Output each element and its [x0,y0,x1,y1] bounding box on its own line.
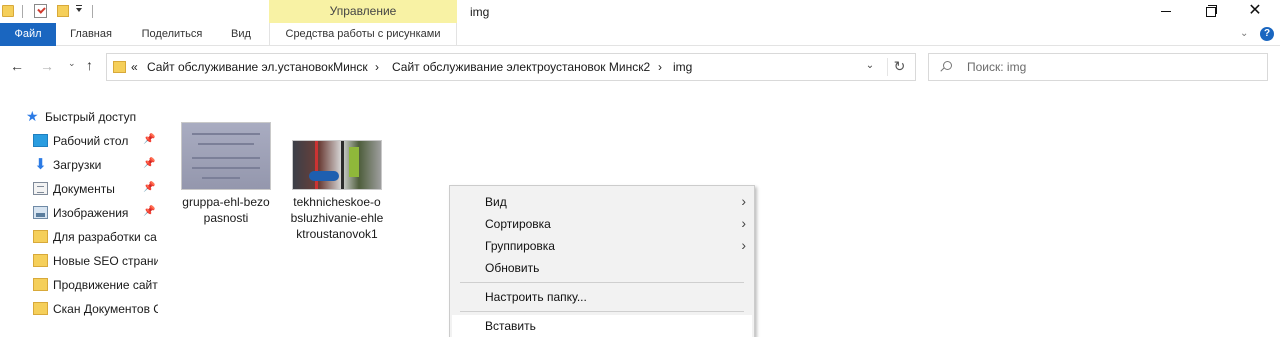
pictures-icon [33,206,48,219]
folder-icon [33,254,48,267]
breadcrumb-separator[interactable]: › [375,60,379,74]
customize-toolbar-icon[interactable] [76,5,82,12]
minimize-button[interactable] [1142,0,1188,23]
back-arrow-icon[interactable]: ← [10,58,24,74]
tab-picture-tools[interactable]: Средства работы с рисунками [269,23,457,46]
desktop-icon [33,134,48,147]
pin-icon: 📌 [143,206,156,217]
sidebar-item-folder[interactable]: Скан Документов С [0,297,158,321]
menu-item-view[interactable]: Вид › [452,191,752,213]
ribbon-tabs: Файл Главная Поделиться Вид Средства раб… [0,23,1280,46]
title-bar: Управление img ✕ [0,0,1280,23]
divider [92,5,93,18]
tab-file[interactable]: Файл [0,23,56,46]
folder-icon [33,302,48,315]
sidebar-item-label: Рабочий стол [53,134,129,148]
context-menu: Вид › Сортировка › Группировка › Обновит… [449,185,755,337]
sidebar-item-label: Для разработки са [53,230,157,244]
divider [22,5,23,18]
breadcrumb-item[interactable]: Сайт обслуживание эл.установокМинск [147,60,368,74]
tab-home[interactable]: Главная [56,23,126,46]
sidebar-item-downloads[interactable]: ⬇ Загрузки 📌 [0,153,158,177]
restore-button[interactable] [1188,0,1234,23]
menu-item-label: Сортировка [485,217,551,231]
folder-icon [33,230,48,243]
image-thumbnail [292,140,382,190]
window-title: img [470,5,490,19]
menu-item-refresh[interactable]: Обновить [452,257,752,279]
menu-item-label: Обновить [485,261,540,275]
file-name: gruppa-ehl-bezo pasnosti [176,194,276,226]
sidebar-item-quick-access[interactable]: ★ Быстрый доступ [0,105,158,129]
navigation-bar: ← → ⌄ ↑ « Сайт обслуживание эл.установок… [0,46,1280,88]
folder-icon [113,61,126,73]
sidebar-item-label: Продвижение сайт [53,278,158,292]
menu-separator [460,311,744,312]
search-icon [940,61,952,72]
file-name-line: ktroustanovok1 [296,227,378,241]
sidebar-item-label: Изображения [53,206,129,220]
address-dropdown-icon[interactable]: ⌄ [859,60,881,76]
search-placeholder: Поиск: img [967,60,1027,74]
chevron-down-icon[interactable]: ⌄ [1240,28,1248,39]
menu-separator [460,282,744,283]
navigation-pane: ★ Быстрый доступ Рабочий стол 📌 ⬇ Загруз… [0,100,158,337]
forward-arrow-icon[interactable]: → [40,58,54,74]
sidebar-item-folder[interactable]: Новые SEO страни [0,249,158,273]
new-folder-icon[interactable] [57,5,69,17]
sidebar-item-label: Быстрый доступ [45,110,137,124]
chevron-right-icon: › [741,237,746,253]
menu-item-label: Настроить папку... [485,290,587,304]
breadcrumb-separator[interactable]: › [658,60,662,74]
tab-share[interactable]: Поделиться [126,23,218,46]
sidebar-item-label: Документы [53,182,115,196]
pin-icon: 📌 [143,182,156,193]
properties-icon[interactable] [34,4,47,18]
sidebar-item-desktop[interactable]: Рабочий стол 📌 [0,129,158,153]
address-bar[interactable]: « Сайт обслуживание эл.установокМинск › … [106,53,916,81]
file-item[interactable]: gruppa-ehl-bezo pasnosti [176,122,276,226]
downloads-icon: ⬇ [34,156,47,173]
documents-icon [33,182,48,195]
close-button[interactable]: ✕ [1232,0,1278,23]
menu-item-paste[interactable]: Вставить [452,315,752,337]
star-icon: ★ [26,108,39,124]
folder-icon [33,278,48,291]
file-name: tekhnicheskoe-o bsluzhivanie-ehle ktrous… [286,194,388,242]
menu-item-group[interactable]: Группировка › [452,235,752,257]
menu-item-sort[interactable]: Сортировка › [452,213,752,235]
sidebar-item-documents[interactable]: Документы 📌 [0,177,158,201]
menu-item-customize-folder[interactable]: Настроить папку... [452,286,752,308]
up-arrow-icon[interactable]: ↑ [86,57,93,73]
file-name-line: pasnosti [203,211,249,225]
menu-item-label: Группировка [485,239,555,253]
sidebar-item-folder[interactable]: Для разработки са [0,225,158,249]
sidebar-item-label: Скан Документов С [53,302,158,316]
tab-view[interactable]: Вид [218,23,264,46]
recent-locations-icon[interactable]: ⌄ [68,58,76,69]
file-name-line: gruppa-ehl-bezo [182,195,270,209]
refresh-icon[interactable]: ↻ [887,58,911,76]
file-item[interactable]: tekhnicheskoe-o bsluzhivanie-ehle ktrous… [286,140,388,242]
pin-icon: 📌 [143,158,156,169]
breadcrumb-item[interactable]: img [673,60,692,74]
pin-icon: 📌 [143,134,156,145]
menu-item-label: Вставить [485,319,536,333]
sidebar-item-pictures[interactable]: Изображения 📌 [0,201,158,225]
sidebar-item-label: Загрузки [53,158,102,172]
file-name-line: bsluzhivanie-ehle [290,211,384,225]
help-icon[interactable]: ? [1260,27,1274,41]
image-thumbnail [181,122,271,190]
sidebar-item-folder[interactable]: Продвижение сайт [0,273,158,297]
breadcrumb-overflow[interactable]: « [131,60,138,74]
file-name-line: tekhnicheskoe-o [293,195,381,209]
folder-icon [2,5,14,17]
breadcrumb-item[interactable]: Сайт обслуживание электроустановок Минск… [392,60,650,74]
chevron-right-icon: › [741,215,746,231]
chevron-right-icon: › [741,193,746,209]
menu-item-label: Вид [485,195,507,209]
sidebar-item-label: Новые SEO страни [53,254,158,268]
search-input[interactable]: Поиск: img [928,53,1268,81]
manage-tab[interactable]: Управление [269,0,457,23]
